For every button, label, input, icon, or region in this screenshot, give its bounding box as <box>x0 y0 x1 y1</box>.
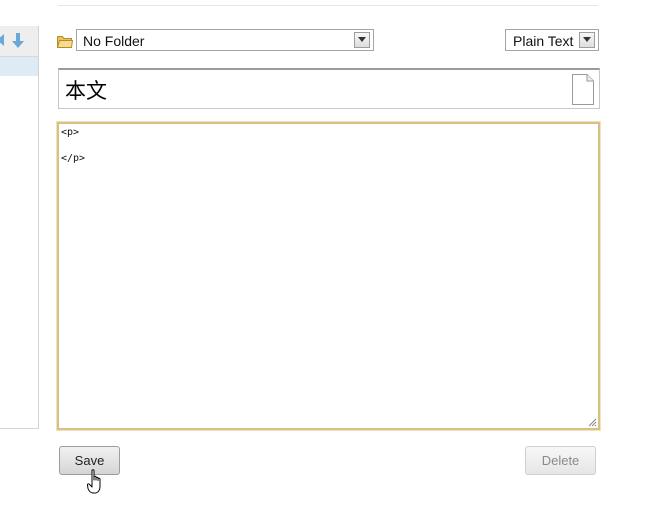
note-title-field[interactable]: 本文 <box>58 68 600 109</box>
top-divider <box>58 5 598 6</box>
document-icon <box>572 74 594 105</box>
folder-select[interactable]: No Folder <box>76 29 374 51</box>
chevron-down-icon[interactable] <box>579 32 595 48</box>
note-list-sidebar <box>0 26 39 429</box>
folder-select-value: No Folder <box>83 33 145 49</box>
chevron-down-icon[interactable] <box>354 32 370 48</box>
note-body-editor[interactable]: <p> </p> <box>56 121 601 431</box>
sidebar-header <box>0 26 38 57</box>
resize-grip-icon[interactable] <box>588 418 597 427</box>
sidebar-selected-item[interactable] <box>0 57 38 76</box>
folder-icon <box>57 36 73 48</box>
hand-cursor-icon <box>87 469 101 494</box>
note-title: 本文 <box>65 79 107 103</box>
delete-button[interactable]: Delete <box>525 446 596 475</box>
arrow-left-icon[interactable] <box>0 33 4 47</box>
body-line: </p> <box>61 153 86 164</box>
body-line: <p> <box>61 127 80 138</box>
format-select[interactable]: Plain Text <box>505 29 599 51</box>
arrow-down-icon[interactable] <box>11 33 25 49</box>
format-select-value: Plain Text <box>513 33 574 49</box>
